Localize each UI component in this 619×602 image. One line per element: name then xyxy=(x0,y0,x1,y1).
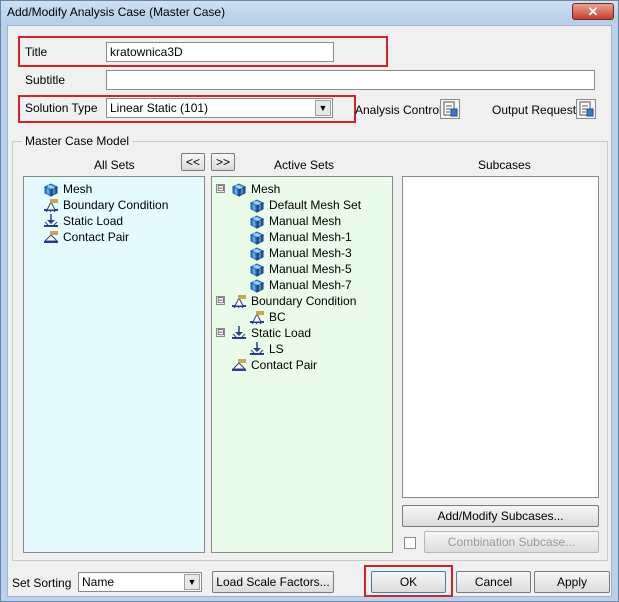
window-title: Add/Modify Analysis Case (Master Case) xyxy=(7,5,226,19)
master-case-label: Master Case Model xyxy=(22,134,133,148)
active-sets-tree[interactable]: Mesh Default Mesh Set Manual Mesh Manual Me… xyxy=(211,176,393,553)
active-sets-item[interactable]: Manual Mesh xyxy=(248,213,341,229)
set-sorting-select[interactable]: Name ▼ xyxy=(78,572,202,592)
boundary-condition-icon xyxy=(230,293,248,309)
move-left-button[interactable]: << xyxy=(181,153,205,171)
dialog-window: Add/Modify Analysis Case (Master Case) ✕… xyxy=(0,0,619,602)
mesh-icon xyxy=(42,181,60,197)
subtitle-input[interactable] xyxy=(106,70,595,90)
analysis-control-label: Analysis Control xyxy=(355,103,442,117)
subtitle-label: Subtitle xyxy=(25,73,66,87)
tree-item-label: Manual Mesh-1 xyxy=(269,230,352,244)
tree-item-label: Boundary Condition xyxy=(251,294,357,308)
boundary-condition-icon xyxy=(42,197,60,213)
title-label: Title xyxy=(25,45,48,59)
title-input[interactable]: kratownica3D xyxy=(106,42,334,62)
chevron-down-icon[interactable]: ▼ xyxy=(184,574,200,590)
output-request-label: Output Request xyxy=(492,103,577,117)
solution-type-value: Linear Static (101) xyxy=(110,101,209,115)
active-sets-item[interactable]: Default Mesh Set xyxy=(248,197,361,213)
active-sets-item[interactable]: BC xyxy=(248,309,286,325)
move-right-button[interactable]: >> xyxy=(211,153,235,171)
mesh-icon xyxy=(230,181,248,197)
document-icon xyxy=(443,101,458,117)
tree-item-label: Contact Pair xyxy=(251,358,318,372)
tree-item-label: Static Load xyxy=(251,326,312,340)
ok-button[interactable]: OK xyxy=(371,571,446,593)
active-sets-item[interactable]: Mesh xyxy=(230,181,280,197)
tree-item-label: LS xyxy=(269,342,284,356)
close-button[interactable]: ✕ xyxy=(572,3,614,20)
subcases-label: Subcases xyxy=(478,158,531,172)
static-load-icon xyxy=(230,325,248,341)
active-sets-item[interactable]: Contact Pair xyxy=(230,357,317,373)
static-load-icon xyxy=(248,341,266,357)
static-load-icon xyxy=(42,213,60,229)
collapse-icon[interactable]: ⊟ xyxy=(216,296,225,305)
active-sets-item[interactable]: Static Load xyxy=(230,325,311,341)
combination-subcase-checkbox[interactable] xyxy=(404,537,416,549)
mesh-icon xyxy=(248,245,266,261)
analysis-control-button[interactable] xyxy=(440,99,460,119)
active-sets-label: Active Sets xyxy=(274,158,335,172)
all-sets-list[interactable]: Mesh Boundary Condition Static Load Contact… xyxy=(23,176,205,553)
boundary-condition-icon xyxy=(248,309,266,325)
tree-item-label: Manual Mesh-3 xyxy=(269,246,352,260)
set-sorting-label: Set Sorting xyxy=(12,576,72,590)
cancel-button[interactable]: Cancel xyxy=(456,571,531,593)
active-sets-item[interactable]: Boundary Condition xyxy=(230,293,356,309)
tree-item-label: Manual Mesh-5 xyxy=(269,262,352,276)
tree-item-label: Manual Mesh-7 xyxy=(269,278,352,292)
add-modify-subcases-button[interactable]: Add/Modify Subcases... xyxy=(402,505,599,527)
tree-item-label: Contact Pair xyxy=(63,230,130,244)
subcases-list[interactable] xyxy=(402,176,599,498)
apply-button[interactable]: Apply xyxy=(534,571,610,593)
solution-type-select[interactable]: Linear Static (101) ▼ xyxy=(106,98,333,118)
combination-subcase-button[interactable]: Combination Subcase... xyxy=(424,531,599,553)
collapse-icon[interactable]: ⊟ xyxy=(216,184,225,193)
all-sets-label: All Sets xyxy=(94,158,135,172)
mesh-icon xyxy=(248,261,266,277)
dialog-client: Title kratownica3D Subtitle Solution Typ… xyxy=(7,25,612,597)
output-request-button[interactable] xyxy=(576,99,596,119)
title-bar[interactable]: Add/Modify Analysis Case (Master Case) ✕ xyxy=(1,1,618,23)
chevron-down-icon[interactable]: ▼ xyxy=(315,100,331,116)
contact-pair-icon xyxy=(230,357,248,373)
tree-item-label: Mesh xyxy=(63,182,93,196)
tree-item-label: BC xyxy=(269,310,286,324)
tree-item-label: Manual Mesh xyxy=(269,214,342,228)
solution-type-label: Solution Type xyxy=(25,101,98,115)
set-sorting-value: Name xyxy=(82,575,115,589)
tree-item-label: Default Mesh Set xyxy=(269,198,362,212)
all-sets-item[interactable]: Boundary Condition xyxy=(42,197,168,213)
mesh-icon xyxy=(248,277,266,293)
all-sets-item[interactable]: Contact Pair xyxy=(42,229,129,245)
all-sets-item[interactable]: Static Load xyxy=(42,213,123,229)
tree-item-label: Static Load xyxy=(63,214,124,228)
active-sets-item[interactable]: Manual Mesh-7 xyxy=(248,277,352,293)
active-sets-item[interactable]: Manual Mesh-1 xyxy=(248,229,352,245)
document-icon xyxy=(579,101,594,117)
active-sets-item[interactable]: Manual Mesh-3 xyxy=(248,245,352,261)
mesh-icon xyxy=(248,197,266,213)
all-sets-item[interactable]: Mesh xyxy=(42,181,92,197)
active-sets-item[interactable]: Manual Mesh-5 xyxy=(248,261,352,277)
tree-item-label: Boundary Condition xyxy=(63,198,169,212)
tree-item-label: Mesh xyxy=(251,182,281,196)
collapse-icon[interactable]: ⊟ xyxy=(216,328,225,337)
active-sets-item[interactable]: LS xyxy=(248,341,284,357)
mesh-icon xyxy=(248,229,266,245)
mesh-icon xyxy=(248,213,266,229)
load-scale-factors-button[interactable]: Load Scale Factors... xyxy=(212,571,334,593)
contact-pair-icon xyxy=(42,229,60,245)
